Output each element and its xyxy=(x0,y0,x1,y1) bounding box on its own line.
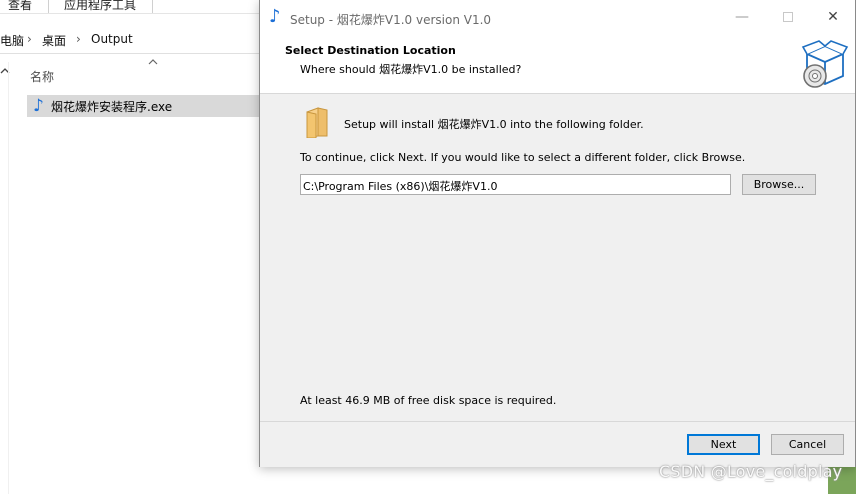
maximize-icon[interactable] xyxy=(773,6,803,28)
file-name: 烟花爆炸安装程序.exe xyxy=(51,100,173,114)
breadcrumb-desktop[interactable]: 桌面 xyxy=(42,32,66,49)
breadcrumb-separator: › xyxy=(76,32,81,46)
music-note-icon: ♪ xyxy=(269,6,281,27)
next-button[interactable]: Next xyxy=(687,434,760,455)
ribbon-divider xyxy=(152,0,153,13)
cancel-button[interactable]: Cancel xyxy=(771,434,844,455)
folder-icon xyxy=(306,107,328,138)
setup-dialog: ♪ Setup - 烟花爆炸V1.0 version V1.0 — ✕ Sele… xyxy=(259,0,856,467)
breadcrumb-output[interactable]: Output xyxy=(91,32,133,46)
breadcrumb-pc[interactable]: 电脑 xyxy=(0,32,24,49)
ribbon-tabs: 查看 应用程序工具 xyxy=(0,0,260,14)
continue-instructions: To continue, click Next. If you would li… xyxy=(300,151,746,164)
dialog-titlebar[interactable]: ♪ Setup - 烟花爆炸V1.0 version V1.0 — ✕ xyxy=(260,0,855,34)
close-icon[interactable]: ✕ xyxy=(818,6,848,28)
ribbon-divider xyxy=(48,0,49,13)
watermark: CSDN @Love_coldplay xyxy=(659,462,843,481)
ribbon-tab-view[interactable]: 查看 xyxy=(8,0,32,13)
wizard-footer: Next Cancel xyxy=(260,421,855,467)
column-header-name[interactable]: 名称 xyxy=(30,68,54,85)
wizard-header: Select Destination Location Where should… xyxy=(260,34,855,94)
breadcrumb-separator: › xyxy=(27,32,32,46)
install-message: Setup will install 烟花爆炸V1.0 into the fol… xyxy=(344,118,644,131)
dialog-title: Setup - 烟花爆炸V1.0 version V1.0 xyxy=(290,13,492,27)
nav-pane-divider xyxy=(8,62,9,494)
destination-path-input[interactable]: C:\Program Files (x86)\烟花爆炸V1.0 xyxy=(300,174,731,195)
page-title: Select Destination Location xyxy=(285,44,456,57)
wizard-body: Setup will install 烟花爆炸V1.0 into the fol… xyxy=(260,95,855,421)
browse-button[interactable]: Browse... xyxy=(742,174,816,195)
page-subtitle: Where should 烟花爆炸V1.0 be installed? xyxy=(300,63,522,76)
installer-box-disc-icon xyxy=(801,40,849,88)
file-list-item[interactable]: ♪ 烟花爆炸安装程序.exe xyxy=(27,95,260,117)
ribbon-tab-app-tools[interactable]: 应用程序工具 xyxy=(64,0,136,13)
disk-space-message: At least 46.9 MB of free disk space is r… xyxy=(300,394,557,407)
minimize-icon[interactable]: — xyxy=(727,6,757,28)
music-note-icon: ♪ xyxy=(33,96,44,116)
breadcrumb: 电脑 › 桌面 › Output xyxy=(0,24,260,54)
sort-ascending-icon xyxy=(148,56,158,69)
